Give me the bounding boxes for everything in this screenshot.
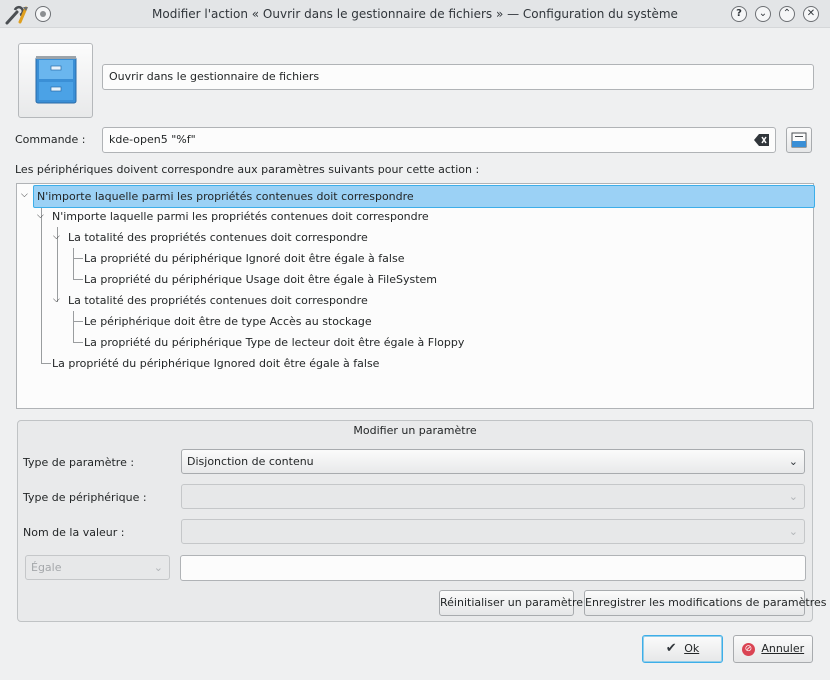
tree-row[interactable]: La totalité des propriétés contenues doi… [68, 290, 368, 311]
cancel-icon: ⊘ [741, 642, 755, 656]
command-value: kde-open5 "%f" [109, 133, 196, 146]
tree-row-label: N'importe laquelle parmi les propriétés … [37, 190, 414, 203]
action-name-input[interactable]: Ouvrir dans le gestionnaire de fichiers [102, 64, 814, 90]
chevron-down-icon[interactable]: ⌵ [53, 290, 60, 311]
device-type-label: Type de périphérique : [23, 491, 147, 504]
chevron-down-icon[interactable]: ⌵ [37, 206, 44, 227]
ok-button[interactable]: ✔ Ok [642, 635, 723, 663]
value-name-select[interactable]: ⌄ [181, 519, 805, 544]
group-title: Modifier un paramètre [353, 424, 477, 437]
ok-label: Ok [684, 642, 700, 655]
tree-row[interactable]: Le périphérique doit être de type Accès … [84, 311, 372, 332]
command-label: Commande : [15, 133, 86, 146]
tree-row[interactable]: N'importe laquelle parmi les propriétés … [52, 206, 429, 227]
document-open-icon [791, 132, 807, 148]
maximize-icon[interactable]: ⌃ [779, 6, 795, 22]
tree-row[interactable]: La propriété du périphérique Ignored doi… [52, 353, 379, 374]
param-type-label: Type de paramètre : [23, 456, 135, 469]
chevron-down-icon: ⌄ [788, 455, 798, 468]
param-type-value: Disjonction de contenu [187, 455, 314, 468]
cancel-button[interactable]: ⊘ Annuler [733, 635, 813, 663]
window-title: Modifier l'action « Ouvrir dans le gesti… [152, 7, 678, 21]
file-cabinet-icon [35, 56, 77, 104]
save-parameter-button[interactable]: Enregistrer les modifications de paramèt… [584, 590, 826, 616]
clear-text-icon[interactable] [754, 133, 770, 147]
close-icon[interactable]: ✕ [803, 6, 819, 22]
tree-row[interactable]: La totalité des propriétés contenues doi… [68, 227, 368, 248]
conditions-header-label: Les périphériques doivent correspondre a… [15, 163, 480, 176]
chevron-down-icon: ⌄ [788, 525, 798, 538]
conditions-tree[interactable]: N'importe laquelle parmi les propriétés … [16, 183, 815, 409]
tree-row-selected[interactable]: N'importe laquelle parmi les propriétés … [33, 185, 815, 208]
minimize-icon[interactable]: ⌄ [755, 6, 771, 22]
param-type-select[interactable]: Disjonction de contenu ⌄ [181, 449, 805, 474]
chevron-down-icon: ⌄ [788, 490, 798, 503]
comparison-select[interactable]: Égale ⌄ [25, 555, 170, 580]
chevron-down-icon: ⌄ [153, 561, 163, 574]
value-name-label: Nom de la valeur : [23, 526, 125, 539]
tree-row[interactable]: La propriété du périphérique Ignoré doit… [84, 248, 404, 269]
cancel-label: Annuler [761, 642, 805, 655]
tree-row[interactable]: La propriété du périphérique Usage doit … [84, 269, 437, 290]
action-icon-button[interactable] [18, 43, 93, 118]
check-icon: ✔ [665, 641, 677, 656]
comparison-value: Égale [31, 561, 62, 574]
value-input[interactable] [180, 555, 806, 581]
chevron-down-icon[interactable]: ⌵ [53, 227, 60, 248]
help-icon[interactable]: ? [731, 6, 747, 22]
browse-command-button[interactable] [786, 127, 812, 153]
command-input[interactable]: kde-open5 "%f" [102, 127, 776, 153]
reset-parameter-button[interactable]: Réinitialiser un paramètre [439, 590, 583, 616]
chevron-down-icon[interactable]: ⌵ [21, 185, 28, 206]
tree-row[interactable]: La propriété du périphérique Type de lec… [84, 332, 464, 353]
device-type-select[interactable]: ⌄ [181, 484, 805, 509]
